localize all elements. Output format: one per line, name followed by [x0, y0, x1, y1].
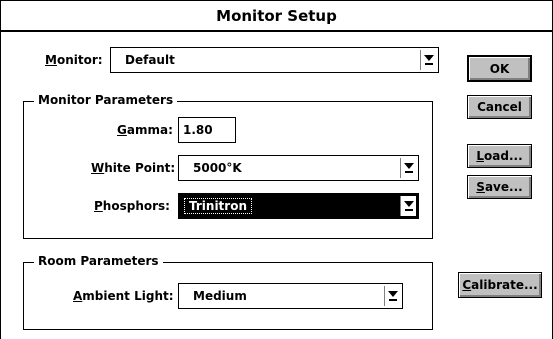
ok-button[interactable]: OK [467, 55, 532, 82]
ambient-light-dropdown-button[interactable] [384, 286, 400, 306]
ambient-light-value: Medium [193, 289, 247, 303]
gamma-label: Gamma: [117, 123, 173, 137]
load-label: Load... [476, 149, 523, 163]
chevron-down-icon [423, 54, 434, 66]
gamma-value: 1.80 [183, 123, 213, 137]
cancel-label: Cancel [477, 100, 522, 114]
monitor-select[interactable]: Default [110, 47, 439, 73]
phosphors-label: Phosphors: [94, 199, 170, 213]
phosphors-select[interactable]: Trinitron [178, 193, 419, 219]
chevron-down-icon [387, 290, 398, 302]
phosphors-value: Trinitron [184, 194, 252, 218]
chevron-down-icon [403, 162, 414, 174]
monitor-value: Default [125, 53, 175, 67]
white-point-value: 5000°K [193, 161, 242, 175]
window-title: Monitor Setup [216, 6, 337, 25]
ok-label: OK [489, 61, 510, 76]
white-point-select[interactable]: 5000°K [178, 155, 419, 181]
title-bar[interactable]: Monitor Setup [1, 1, 552, 32]
white-point-label: White Point: [91, 161, 176, 175]
calibrate-button[interactable]: Calibrate... [458, 272, 542, 298]
ambient-light-select[interactable]: Medium [178, 283, 403, 309]
phosphors-dropdown-button[interactable] [400, 196, 416, 216]
save-label: Save... [476, 180, 523, 194]
ambient-light-label: Ambient Light: [73, 289, 174, 303]
monitor-label: Monitor: [45, 53, 103, 67]
save-button[interactable]: Save... [467, 175, 532, 199]
monitor-parameters-title: Monitor Parameters [34, 93, 178, 107]
room-parameters-title: Room Parameters [34, 254, 163, 268]
cancel-button[interactable]: Cancel [467, 95, 532, 119]
calibrate-label: Calibrate... [462, 278, 538, 292]
monitor-setup-dialog: Monitor Setup Monitor: Default Monitor P… [0, 0, 553, 339]
chevron-down-icon [403, 200, 414, 212]
gamma-field[interactable]: 1.80 [178, 117, 236, 143]
monitor-dropdown-button[interactable] [420, 50, 436, 70]
white-point-dropdown-button[interactable] [400, 158, 416, 178]
load-button[interactable]: Load... [467, 144, 532, 168]
